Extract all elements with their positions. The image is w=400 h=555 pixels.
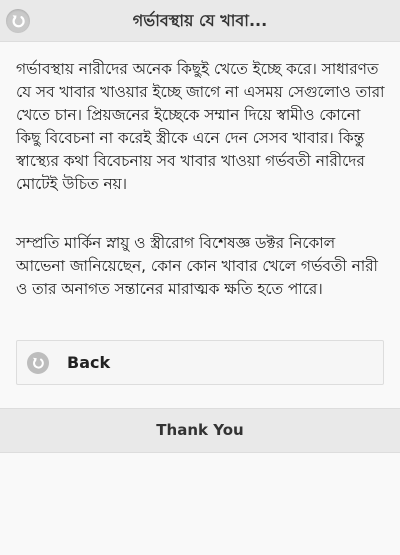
back-arrow-icon: [12, 15, 25, 28]
back-button[interactable]: Back: [16, 340, 384, 385]
back-circle-icon: [27, 352, 49, 374]
page-title: গর্ভাবস্থায় যে খাবা...: [132, 11, 268, 30]
article-paragraph: গর্ভাবস্থায় নারীদের অনেক কিছুই খেতে ইচ্…: [16, 60, 385, 193]
header-back-button[interactable]: [6, 9, 30, 33]
article-paragraph: সম্প্রতি মার্কিন স্নায়ু ও স্ত্রীরোগ বিশ…: [16, 234, 378, 298]
back-arrow-icon: [33, 357, 44, 369]
footer-text: Thank You: [156, 421, 244, 439]
header-bar: গর্ভাবস্থায় যে খাবা...: [0, 0, 400, 42]
footer-bar: Thank You: [0, 408, 400, 453]
back-button-label: Back: [67, 353, 111, 372]
article-body: গর্ভাবস্থায় নারীদের অনেক কিছুই খেতে ইচ্…: [16, 58, 388, 301]
